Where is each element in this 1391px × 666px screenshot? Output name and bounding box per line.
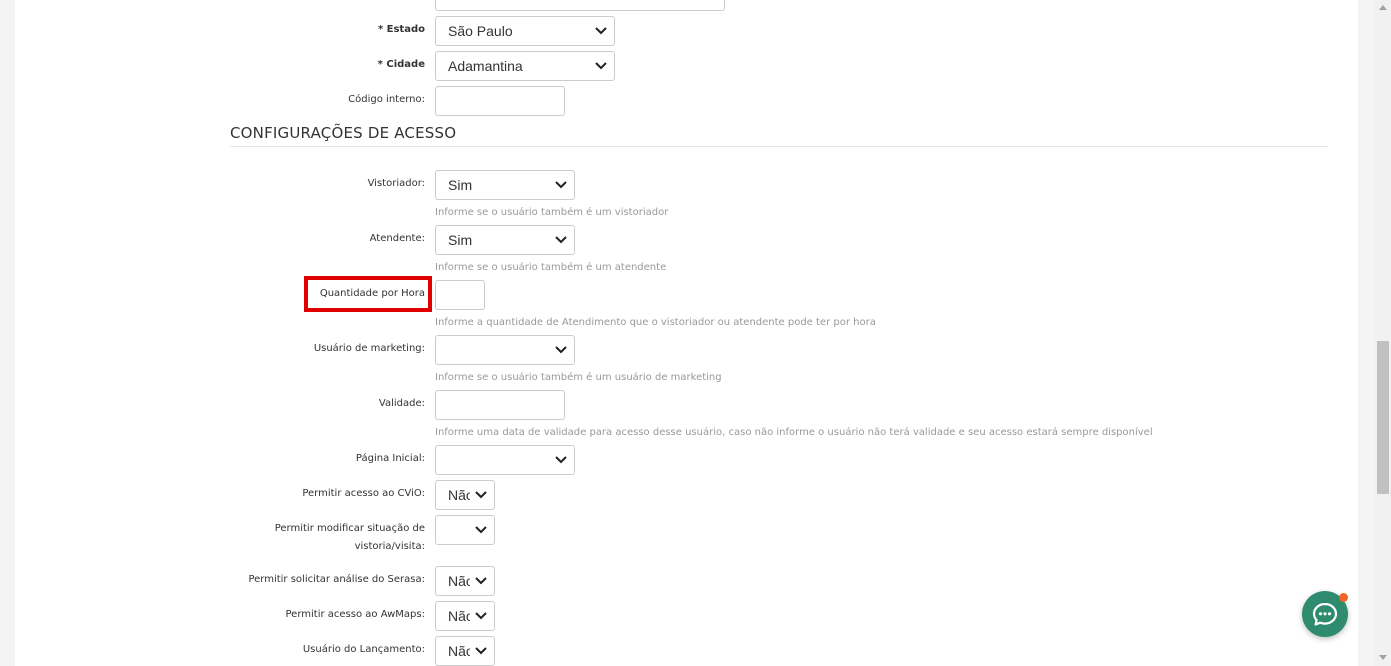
vistoriador-help: Informe se o usuário também é um vistori…	[435, 207, 669, 218]
usuario-marketing-label: Usuário de marketing:	[313, 343, 425, 354]
vistoriador-select[interactable]: Sim	[435, 170, 575, 200]
chevron-down-icon	[475, 526, 487, 534]
top-partial-field[interactable]	[435, 0, 725, 11]
acesso-awmaps-select[interactable]: Não	[435, 601, 495, 631]
cidade-select[interactable]: Adamantina	[435, 51, 615, 81]
usuario-lancamento-select[interactable]: Não	[435, 636, 495, 666]
acesso-cvio-value: Não	[448, 487, 470, 503]
scroll-down-arrow-icon[interactable]	[1379, 655, 1387, 660]
chevron-down-icon	[595, 62, 607, 70]
acesso-awmaps-label: Permitir acesso ao AwMaps:	[285, 609, 426, 620]
chevron-down-icon	[595, 27, 607, 35]
validade-help: Informe uma data de validade para acesso…	[435, 427, 1153, 438]
usuario-marketing-select[interactable]	[435, 335, 575, 365]
scrollbar-thumb[interactable]	[1377, 341, 1389, 494]
scroll-up-arrow-icon[interactable]	[1379, 5, 1387, 10]
quantidade-hora-input[interactable]	[435, 280, 485, 310]
usuario-marketing-help: Informe se o usuário também é um usuário…	[435, 372, 722, 383]
chevron-down-icon	[555, 236, 567, 244]
vistoriador-label: Vistoriador:	[367, 178, 425, 189]
chevron-down-icon	[475, 647, 487, 655]
estado-value: São Paulo	[448, 23, 513, 39]
atendente-value: Sim	[448, 232, 473, 248]
usuario-lancamento-label: Usuário do Lançamento:	[302, 644, 425, 655]
analise-serasa-value: Não	[448, 573, 470, 589]
chat-notification-badge	[1339, 593, 1348, 602]
scrollbar-track[interactable]	[1375, 0, 1391, 666]
form-page	[15, 0, 1358, 666]
quantidade-hora-label: Quantidade por Hora	[319, 288, 425, 299]
estado-label: * Estado	[377, 24, 425, 35]
codigo-interno-label: Código interno:	[348, 94, 425, 105]
pagina-inicial-select[interactable]	[435, 445, 575, 475]
chevron-down-icon	[475, 577, 487, 585]
chevron-down-icon	[555, 181, 567, 189]
quantidade-hora-help: Informe a quantidade de Atendimento que …	[435, 317, 876, 328]
cidade-label: * Cidade	[377, 59, 425, 70]
pagina-inicial-label: Página Inicial:	[355, 453, 425, 464]
chevron-down-icon	[555, 346, 567, 354]
chevron-down-icon	[475, 612, 487, 620]
section-title: CONFIGURAÇÕES DE ACESSO	[230, 124, 457, 142]
atendente-select[interactable]: Sim	[435, 225, 575, 255]
validade-input[interactable]	[435, 390, 565, 420]
atendente-label: Atendente:	[369, 233, 425, 244]
analise-serasa-select[interactable]: Não	[435, 566, 495, 596]
acesso-cvio-select[interactable]: Não	[435, 480, 495, 510]
validade-label: Validade:	[378, 398, 425, 409]
modificar-situacao-select[interactable]	[435, 515, 495, 545]
cidade-value: Adamantina	[448, 58, 523, 74]
acesso-awmaps-value: Não	[448, 608, 470, 624]
usuario-lancamento-value: Não	[448, 643, 470, 659]
acesso-cvio-label: Permitir acesso ao CViO:	[302, 488, 425, 499]
modificar-situacao-value	[448, 516, 470, 544]
codigo-interno-input[interactable]	[435, 86, 565, 116]
section-divider	[230, 146, 1328, 147]
atendente-help: Informe se o usuário também é um atenden…	[435, 262, 667, 273]
analise-serasa-label: Permitir solicitar análise do Serasa:	[248, 574, 425, 585]
estado-select[interactable]: São Paulo	[435, 16, 615, 46]
vistoriador-value: Sim	[448, 177, 473, 193]
chevron-down-icon	[475, 491, 487, 499]
modificar-situacao-label: Permitir modificar situação de vistoria/…	[274, 523, 425, 552]
chevron-down-icon	[555, 456, 567, 464]
